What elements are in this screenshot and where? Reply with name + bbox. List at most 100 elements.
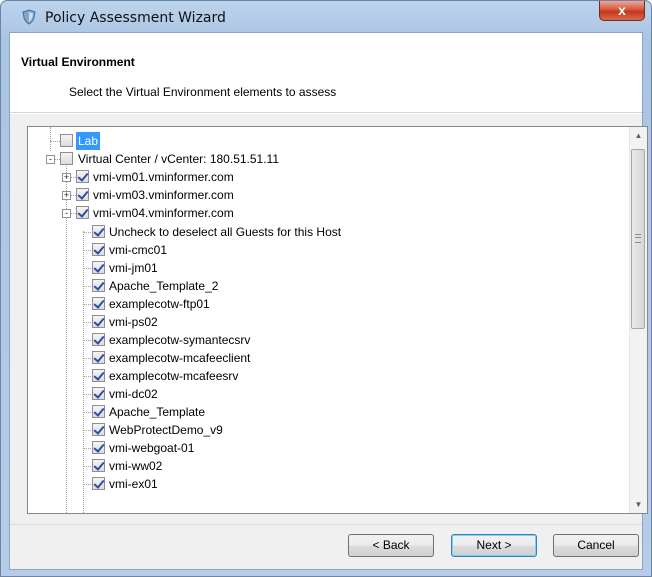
guest-label: WebProtectDemo_v9 <box>109 423 223 437</box>
host-vm01-label: vmi-vm01.vminformer.com <box>93 170 234 184</box>
tree-item-host-vm04[interactable]: - vmi-vm04.vminformer.com <box>28 204 628 222</box>
expand-icon[interactable]: + <box>62 173 71 182</box>
tree-item-guest[interactable]: examplecotw-mcafeeclient <box>28 349 628 367</box>
guest-label: vmi-cmc01 <box>109 243 168 257</box>
tree-item-vcenter[interactable]: - Virtual Center / vCenter: 180.51.51.11 <box>28 150 628 168</box>
vcenter-label: Virtual Center / vCenter: 180.51.51.11 <box>78 152 280 166</box>
tree-item-host-vm03[interactable]: + vmi-vm03.vminformer.com <box>28 186 628 204</box>
tree-guide-h <box>83 358 91 359</box>
wizard-window: Policy Assessment Wizard x Virtual Envir… <box>0 0 652 577</box>
guest-checkbox[interactable] <box>92 297 105 310</box>
deselect-all-label: Uncheck to deselect all Guests for this … <box>109 225 342 239</box>
wizard-header: Virtual Environment Select the Virtual E… <box>10 33 642 113</box>
tree-item-guest[interactable]: vmi-jm01 <box>28 259 628 277</box>
lab-checkbox[interactable] <box>60 134 73 147</box>
close-button[interactable]: x <box>599 1 645 21</box>
guest-checkbox[interactable] <box>92 441 105 454</box>
guest-checkbox[interactable] <box>92 387 105 400</box>
guest-checkbox[interactable] <box>92 459 105 472</box>
scroll-up-icon[interactable]: ▲ <box>630 127 647 144</box>
collapse-icon[interactable]: - <box>62 209 71 218</box>
virtual-environment-tree[interactable]: Lab - Virtual Center / vCenter: 180.51.5… <box>27 126 648 514</box>
host-vm01-checkbox[interactable] <box>76 170 89 183</box>
tree-item-guest[interactable]: vmi-webgoat-01 <box>28 439 628 457</box>
tree-item-guest[interactable]: examplecotw-symantecsrv <box>28 331 628 349</box>
tree-guide-h <box>83 322 91 323</box>
guest-label: vmi-jm01 <box>109 261 158 275</box>
footer-separator <box>10 524 642 525</box>
tree-guide-h <box>83 268 91 269</box>
guest-checkbox[interactable] <box>92 423 105 436</box>
back-button[interactable]: < Back <box>348 534 434 557</box>
guest-checkbox[interactable] <box>92 315 105 328</box>
tree-item-guest[interactable]: examplecotw-mcafeesrv <box>28 367 628 385</box>
tree-item-host-vm01[interactable]: + vmi-vm01.vminformer.com <box>28 168 628 186</box>
page-subtitle: Select the Virtual Environment elements … <box>69 85 337 99</box>
guest-label: vmi-ps02 <box>109 315 158 329</box>
guest-label: examplecotw-mcafeesrv <box>109 369 239 383</box>
window-title: Policy Assessment Wizard <box>45 10 226 26</box>
guest-label: examplecotw-symantecsrv <box>109 333 251 347</box>
collapse-icon[interactable]: - <box>46 155 55 164</box>
page-title: Virtual Environment <box>21 55 135 69</box>
tree-guide-h <box>83 394 91 395</box>
header-divider <box>10 113 642 114</box>
host-vm03-checkbox[interactable] <box>76 188 89 201</box>
tree-guide-h <box>83 232 91 233</box>
tree-item-guest[interactable]: examplecotw-ftp01 <box>28 295 628 313</box>
tree-guide-h <box>83 448 91 449</box>
guest-checkbox[interactable] <box>92 477 105 490</box>
tree-item-lab[interactable]: Lab <box>28 132 628 150</box>
tree-item-guest[interactable]: Apache_Template <box>28 403 628 421</box>
scrollbar-thumb[interactable] <box>631 149 645 329</box>
guest-checkbox[interactable] <box>92 369 105 382</box>
tree-item-guest[interactable]: WebProtectDemo_v9 <box>28 421 628 439</box>
title-bar[interactable]: Policy Assessment Wizard x <box>1 1 651 35</box>
tree-guide-h <box>83 430 91 431</box>
tree-item-guest[interactable]: vmi-cmc01 <box>28 241 628 259</box>
tree-guide-h <box>83 286 91 287</box>
tree-item-guest[interactable]: vmi-ww02 <box>28 457 628 475</box>
guest-label: examplecotw-ftp01 <box>109 297 210 311</box>
guest-label: vmi-webgoat-01 <box>109 441 195 455</box>
close-icon: x <box>618 2 626 18</box>
tree-scrollbar[interactable]: ▲ ▼ <box>629 127 647 513</box>
guest-checkbox[interactable] <box>92 351 105 364</box>
vcenter-checkbox[interactable] <box>60 152 73 165</box>
guest-label: examplecotw-mcafeeclient <box>109 351 251 365</box>
tree-guide-h <box>83 304 91 305</box>
tree-guide-h <box>83 412 91 413</box>
guest-checkbox[interactable] <box>92 333 105 346</box>
guest-checkbox[interactable] <box>92 405 105 418</box>
grip-icon <box>635 234 641 243</box>
expand-icon[interactable]: + <box>62 191 71 200</box>
host-vm04-checkbox[interactable] <box>76 206 89 219</box>
guest-checkbox[interactable] <box>92 243 105 256</box>
guest-label: Apache_Template <box>109 405 206 419</box>
guest-label: vmi-ex01 <box>109 477 158 491</box>
tree-content: Lab - Virtual Center / vCenter: 180.51.5… <box>28 127 628 513</box>
tree-item-guest[interactable]: vmi-ps02 <box>28 313 628 331</box>
guest-checkbox[interactable] <box>92 261 105 274</box>
tree-guide-h <box>83 466 91 467</box>
lab-label: Lab <box>76 132 101 150</box>
next-button[interactable]: Next > <box>451 534 537 557</box>
tree-item-guest[interactable]: vmi-ex01 <box>28 475 628 493</box>
tree-item-guest[interactable]: Apache_Template_2 <box>28 277 628 295</box>
cancel-button[interactable]: Cancel <box>553 534 639 557</box>
host-vm03-label: vmi-vm03.vminformer.com <box>93 188 234 202</box>
deselect-all-checkbox[interactable] <box>92 225 105 238</box>
tree-guide-h <box>83 484 91 485</box>
guest-label: vmi-dc02 <box>109 387 158 401</box>
tree-item-deselect-all[interactable]: Uncheck to deselect all Guests for this … <box>28 223 628 241</box>
guest-checkbox[interactable] <box>92 279 105 292</box>
tree-item-guest[interactable]: vmi-dc02 <box>28 385 628 403</box>
scroll-down-icon[interactable]: ▼ <box>630 496 647 513</box>
shield-icon <box>22 9 36 25</box>
guest-label: Apache_Template_2 <box>109 279 219 293</box>
host-vm04-label: vmi-vm04.vminformer.com <box>93 206 234 220</box>
wizard-client-area: Virtual Environment Select the Virtual E… <box>9 32 648 570</box>
guest-label: vmi-ww02 <box>109 459 163 473</box>
tree-guide-h <box>83 376 91 377</box>
tree-guide-h <box>83 340 91 341</box>
